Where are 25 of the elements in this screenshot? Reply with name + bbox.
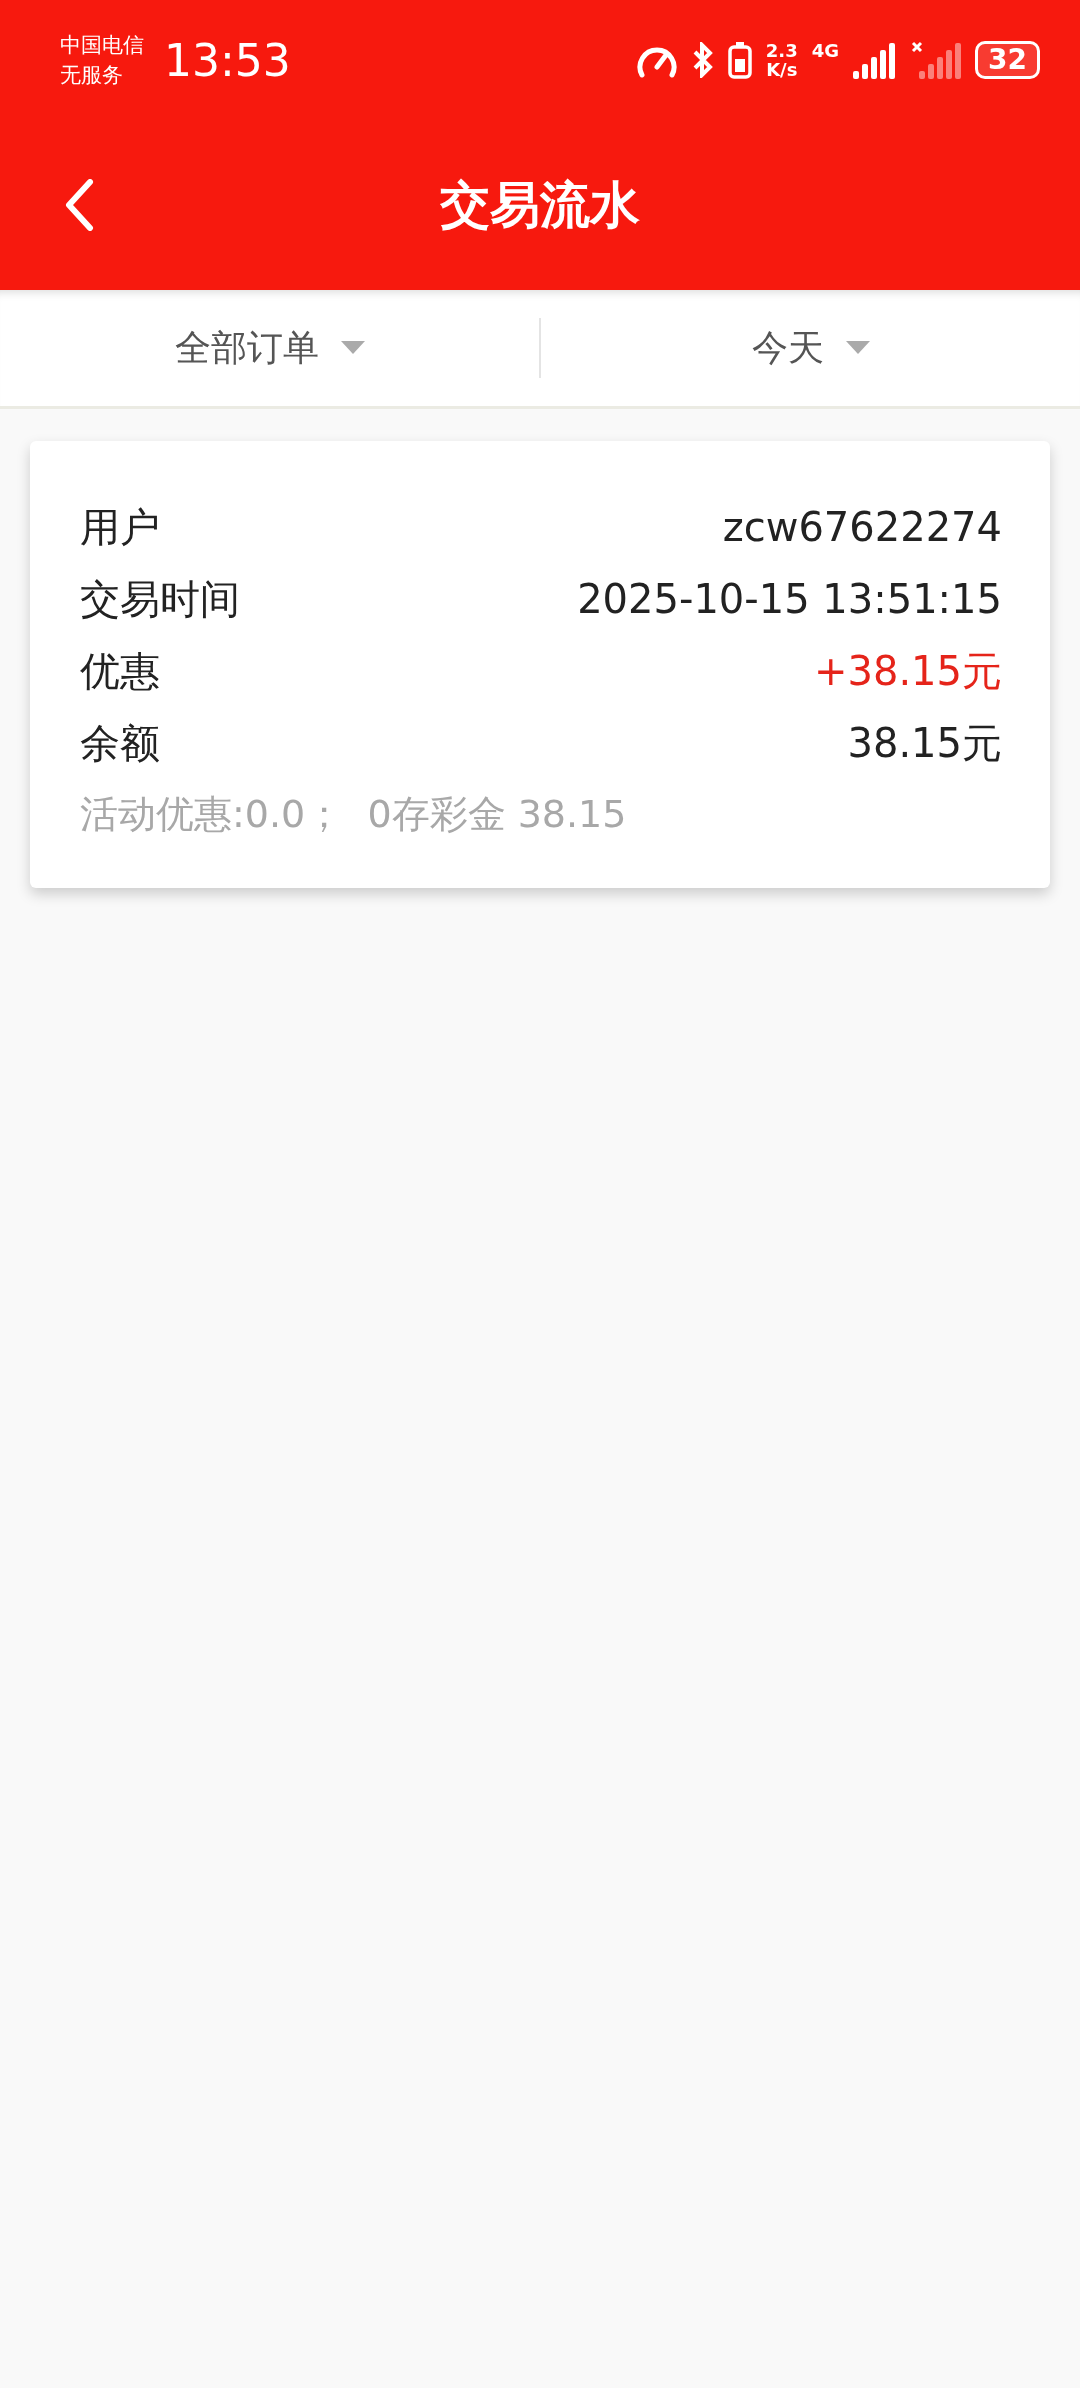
filter-dropdown[interactable]: 今天 [541,290,1080,406]
dropdown-caret-icon [845,341,870,355]
network-speed: 2.3 [765,41,798,60]
field-label: 用户 [80,502,160,552]
field-value: 38.15元 [847,718,1002,768]
signal-icon [853,41,898,79]
carrier-name: 中国电信 [60,32,144,59]
no-signal-icon [911,41,962,79]
network-type: 4G [811,41,840,60]
transaction-note: 活动优惠:0.0； 0存彩金 38.15 [80,791,628,838]
field-label: 余额 [80,718,160,768]
field-value: +38.15元 [813,646,1002,696]
page-title: 交易流水 [440,174,640,236]
filter-dropdown[interactable]: 全部订单 [0,290,539,406]
clock: 13:53 [164,34,291,86]
service-status: 无服务 [60,62,124,89]
speed-unit: K/s [766,60,798,79]
field-label: 交易时间 [80,574,240,624]
field-value: 2025-10-15 13:51:15 [577,576,1002,622]
field-value: zcw67622274 [722,504,1002,550]
battery-level: 32 [975,41,1040,79]
bluetooth-icon [691,42,714,78]
phone-battery-icon [727,41,752,79]
field-label: 优惠 [80,646,160,696]
dropdown-caret-icon [340,341,365,355]
